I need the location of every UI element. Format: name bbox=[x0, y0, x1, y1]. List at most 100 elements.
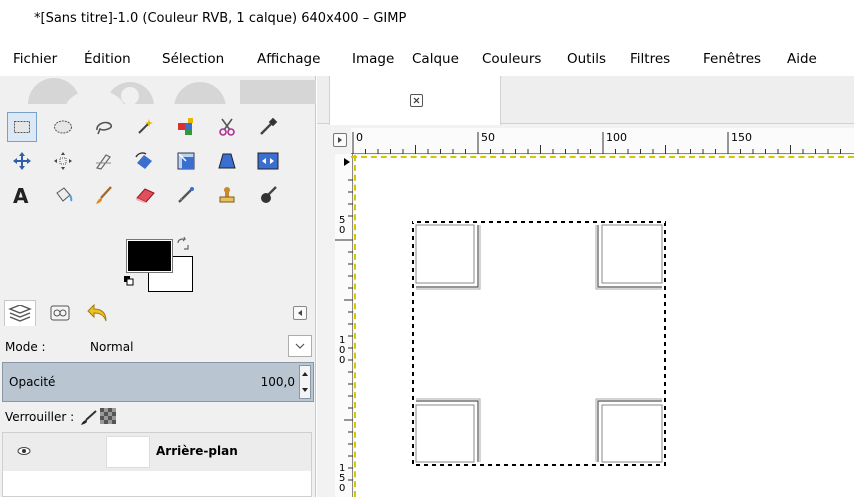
paintbrush-tool[interactable] bbox=[89, 180, 119, 210]
eye-icon[interactable] bbox=[17, 445, 31, 457]
free-select-tool[interactable] bbox=[89, 112, 119, 142]
tab-layers[interactable] bbox=[4, 300, 36, 326]
menu-selection[interactable]: Sélection bbox=[162, 51, 224, 67]
reset-colors-icon[interactable] bbox=[124, 276, 134, 286]
opacity-slider[interactable]: Opacité 100,0 bbox=[2, 362, 314, 402]
hruler-label-100: 100 bbox=[606, 131, 627, 144]
dock-menu-button[interactable] bbox=[293, 306, 307, 320]
foreground-color-swatch[interactable] bbox=[126, 239, 173, 273]
fuzzy-select-icon bbox=[138, 119, 153, 134]
canvas-drawing[interactable] bbox=[412, 221, 666, 466]
rotate-icon bbox=[135, 152, 152, 169]
bucket-fill-icon bbox=[56, 187, 73, 202]
hruler-label-50: 50 bbox=[481, 131, 495, 144]
menu-outils[interactable]: Outils bbox=[567, 51, 606, 67]
lock-pixels-icon[interactable] bbox=[80, 409, 98, 425]
bucket-fill-tool[interactable] bbox=[48, 180, 78, 210]
ellipse-select-tool[interactable] bbox=[48, 112, 78, 142]
airbrush-tool[interactable] bbox=[171, 180, 201, 210]
menu-image[interactable]: Image bbox=[352, 51, 394, 67]
tab-close-button[interactable] bbox=[410, 94, 423, 107]
color-select-icon bbox=[178, 118, 193, 135]
layer-row[interactable]: Arrière-plan bbox=[3, 433, 311, 471]
layers-list: Arrière-plan bbox=[2, 432, 312, 497]
clone-tool[interactable] bbox=[212, 180, 242, 210]
layer-mode-row: Mode : Normal bbox=[0, 332, 316, 360]
flip-tool[interactable] bbox=[253, 146, 283, 176]
ellipse-select-icon bbox=[54, 120, 72, 134]
smudge-icon bbox=[261, 186, 277, 203]
move-icon bbox=[13, 152, 31, 170]
text-tool[interactable]: A bbox=[7, 180, 37, 210]
crop-tool[interactable] bbox=[89, 146, 119, 176]
hruler-label-0: 0 bbox=[356, 131, 363, 144]
paintbrush-icon bbox=[96, 186, 112, 204]
clone-icon bbox=[219, 187, 235, 203]
svg-text:A: A bbox=[13, 185, 29, 205]
spinner-arrows-icon bbox=[302, 372, 308, 392]
undo-history-icon bbox=[87, 303, 107, 322]
menu-fenetres[interactable]: Fenêtres bbox=[703, 51, 761, 67]
wilber-logo-banner[interactable] bbox=[0, 76, 316, 104]
tab-channels[interactable] bbox=[44, 300, 76, 326]
tab-undo-history[interactable] bbox=[82, 300, 114, 326]
opacity-spinner[interactable] bbox=[299, 365, 311, 399]
menu-filtres[interactable]: Filtres bbox=[630, 51, 670, 67]
layer-name[interactable]: Arrière-plan bbox=[156, 444, 238, 458]
swap-colors-icon[interactable] bbox=[176, 237, 190, 251]
move-tool[interactable] bbox=[7, 146, 37, 176]
opacity-value[interactable]: 100,0 bbox=[261, 375, 295, 389]
lock-row: Verrouiller : bbox=[0, 404, 316, 430]
triangle-left-icon bbox=[298, 310, 302, 316]
scale-tool[interactable] bbox=[171, 146, 201, 176]
mode-label: Mode : bbox=[5, 340, 46, 354]
dock-tabs bbox=[0, 300, 316, 328]
chevron-down-icon bbox=[295, 343, 305, 349]
scissors-icon bbox=[219, 118, 235, 136]
quick-mask-toggle[interactable] bbox=[333, 133, 347, 147]
align-tool[interactable] bbox=[48, 146, 78, 176]
lock-label: Verrouiller : bbox=[5, 410, 75, 424]
title-bar: *[Sans titre]-1.0 (Couleur RVB, 1 calque… bbox=[0, 0, 854, 40]
window-title: *[Sans titre]-1.0 (Couleur RVB, 1 calque… bbox=[34, 11, 407, 26]
menu-affichage[interactable]: Affichage bbox=[257, 51, 320, 67]
menu-aide[interactable]: Aide bbox=[787, 51, 817, 67]
horizontal-ruler[interactable]: 0 50 100 150 bbox=[351, 128, 854, 154]
hruler-label-150: 150 bbox=[731, 131, 752, 144]
perspective-icon bbox=[218, 153, 236, 169]
menu-calque[interactable]: Calque bbox=[412, 51, 459, 67]
align-icon bbox=[54, 152, 72, 170]
close-icon bbox=[413, 97, 420, 104]
opacity-label: Opacité bbox=[9, 375, 56, 389]
menu-fichier[interactable]: Fichier bbox=[13, 51, 57, 67]
crop-icon bbox=[96, 154, 111, 170]
channels-icon bbox=[50, 305, 70, 321]
image-tab[interactable] bbox=[329, 76, 501, 125]
mode-select-value[interactable]: Normal bbox=[90, 340, 133, 354]
canvas-top-guide bbox=[351, 156, 854, 158]
vertical-ruler[interactable]: 5 0 1 0 0 1 5 0 bbox=[335, 154, 353, 497]
perspective-tool[interactable] bbox=[212, 146, 242, 176]
airbrush-icon bbox=[178, 187, 194, 203]
eraser-icon bbox=[136, 188, 155, 203]
scissors-tool[interactable] bbox=[212, 112, 242, 142]
color-picker-icon bbox=[260, 117, 278, 135]
image-tab-bar bbox=[317, 76, 854, 125]
rotate-tool[interactable] bbox=[130, 146, 160, 176]
menu-bar: Fichier Édition Sélection Affichage Imag… bbox=[0, 48, 854, 74]
wilber-logo-icon bbox=[28, 78, 316, 104]
vruler-ticks bbox=[335, 158, 353, 481]
vruler-label-50-digit2: 0 bbox=[339, 225, 346, 236]
rect-select-tool[interactable] bbox=[7, 112, 37, 142]
menu-edition[interactable]: Édition bbox=[84, 51, 131, 67]
fuzzy-select-tool[interactable] bbox=[130, 112, 160, 142]
smudge-tool[interactable] bbox=[253, 180, 283, 210]
lock-alpha-icon[interactable] bbox=[100, 408, 116, 424]
mode-dropdown-button[interactable] bbox=[288, 335, 312, 357]
menu-couleurs[interactable]: Couleurs bbox=[482, 51, 541, 67]
color-select-tool[interactable] bbox=[171, 112, 201, 142]
image-window: 0 50 100 150 5 0 1 0 0 1 5 0 bbox=[317, 76, 854, 497]
eraser-tool[interactable] bbox=[130, 180, 160, 210]
vruler-label-150-digit3: 0 bbox=[339, 483, 346, 494]
color-picker-tool[interactable] bbox=[253, 112, 283, 142]
